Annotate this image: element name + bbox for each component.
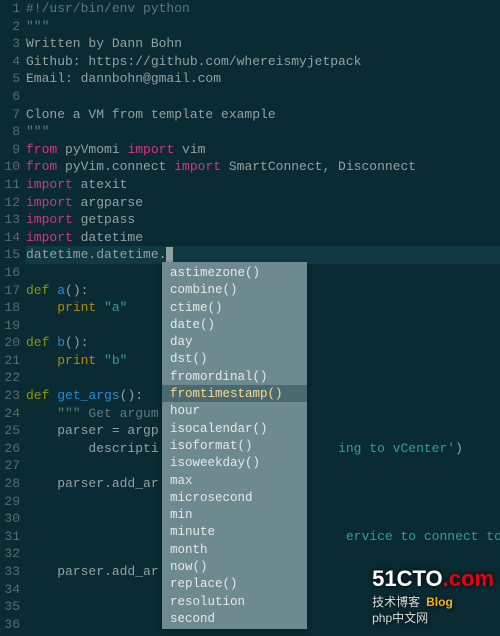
line-number: 13 (0, 211, 20, 229)
autocomplete-item[interactable]: max (162, 472, 307, 489)
autocomplete-item[interactable]: date() (162, 316, 307, 333)
watermark-51cto: 51CTO.com 技术博客 Blog php中文网 (372, 564, 494, 626)
autocomplete-item[interactable]: fromtimestamp() (162, 385, 307, 402)
autocomplete-item[interactable]: isoformat() (162, 437, 307, 454)
line-number: 3 (0, 35, 20, 53)
autocomplete-item[interactable]: min (162, 506, 307, 523)
code-line[interactable] (26, 88, 500, 106)
line-number: 16 (0, 264, 20, 282)
autocomplete-popup[interactable]: astimezone()combine()ctime()date()daydst… (162, 262, 307, 629)
line-number: 15 (0, 246, 20, 264)
line-number: 17 (0, 282, 20, 300)
code-line[interactable]: import getpass (26, 211, 500, 229)
watermark-php: php中文网 (372, 611, 428, 625)
autocomplete-item[interactable]: now() (162, 558, 307, 575)
line-number: 2 (0, 18, 20, 36)
line-number: 25 (0, 422, 20, 440)
line-number: 5 (0, 70, 20, 88)
watermark-sub: 技术博客 (372, 595, 420, 609)
line-number: 21 (0, 352, 20, 370)
text-cursor (166, 247, 173, 262)
line-number: 19 (0, 317, 20, 335)
line-number: 22 (0, 369, 20, 387)
autocomplete-item[interactable]: dst() (162, 350, 307, 367)
line-number: 34 (0, 581, 20, 599)
brand-suffix: .com (443, 566, 494, 591)
line-number: 30 (0, 510, 20, 528)
line-number: 20 (0, 334, 20, 352)
line-number: 29 (0, 493, 20, 511)
line-number: 35 (0, 598, 20, 616)
autocomplete-item[interactable]: combine() (162, 281, 307, 298)
code-line[interactable]: """ (26, 18, 500, 36)
line-number: 12 (0, 194, 20, 212)
autocomplete-item[interactable]: resolution (162, 593, 307, 610)
line-number: 7 (0, 106, 20, 124)
code-line[interactable]: import datetime (26, 229, 500, 247)
line-number: 11 (0, 176, 20, 194)
line-number: 6 (0, 88, 20, 106)
line-number: 28 (0, 475, 20, 493)
line-number: 27 (0, 457, 20, 475)
code-line[interactable]: Clone a VM from template example (26, 106, 500, 124)
line-number: 9 (0, 141, 20, 159)
autocomplete-item[interactable]: second (162, 610, 307, 627)
autocomplete-item[interactable]: month (162, 541, 307, 558)
line-number: 10 (0, 158, 20, 176)
autocomplete-item[interactable]: microsecond (162, 489, 307, 506)
line-number: 32 (0, 545, 20, 563)
code-line[interactable]: from pyVim.connect import SmartConnect, … (26, 158, 500, 176)
line-number-gutter: 1234567891011121314151617181920212223242… (0, 0, 26, 633)
code-line[interactable]: Email: dannbohn@gmail.com (26, 70, 500, 88)
line-number: 1 (0, 0, 20, 18)
autocomplete-item[interactable]: isoweekday() (162, 454, 307, 471)
line-number: 4 (0, 53, 20, 71)
code-line[interactable]: import atexit (26, 176, 500, 194)
autocomplete-item[interactable]: replace() (162, 575, 307, 592)
line-number: 24 (0, 405, 20, 423)
line-number: 33 (0, 563, 20, 581)
code-line[interactable]: Written by Dann Bohn (26, 35, 500, 53)
code-line[interactable]: from pyVmomi import vim (26, 141, 500, 159)
line-number: 18 (0, 299, 20, 317)
autocomplete-item[interactable]: minute (162, 523, 307, 540)
code-line[interactable]: Github: https://github.com/whereismyjetp… (26, 53, 500, 71)
line-number: 36 (0, 616, 20, 634)
line-number: 23 (0, 387, 20, 405)
autocomplete-item[interactable]: day (162, 333, 307, 350)
brand-main: 51CTO (372, 566, 443, 591)
line-number: 14 (0, 229, 20, 247)
line-number: 26 (0, 440, 20, 458)
autocomplete-item[interactable]: fromordinal() (162, 368, 307, 385)
code-line[interactable]: #!/usr/bin/env python (26, 0, 500, 18)
autocomplete-item[interactable]: astimezone() (162, 264, 307, 281)
code-line[interactable]: """ (26, 123, 500, 141)
code-line[interactable]: import argparse (26, 194, 500, 212)
autocomplete-item[interactable]: hour (162, 402, 307, 419)
autocomplete-item[interactable]: isocalendar() (162, 420, 307, 437)
line-number: 31 (0, 528, 20, 546)
line-number: 8 (0, 123, 20, 141)
watermark-blog: Blog (426, 595, 453, 609)
autocomplete-item[interactable]: ctime() (162, 299, 307, 316)
